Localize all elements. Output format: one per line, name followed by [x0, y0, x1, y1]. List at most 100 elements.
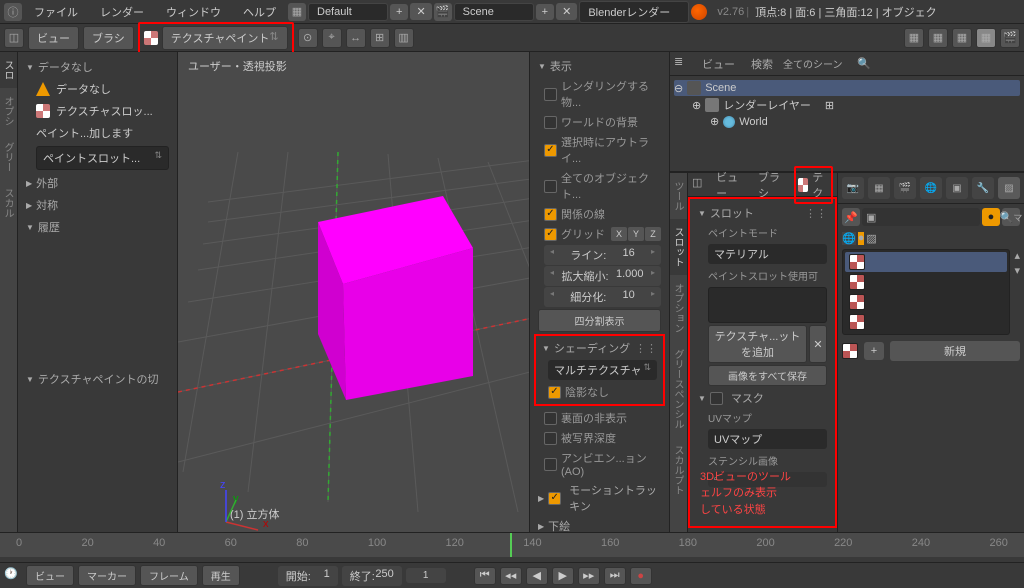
remove-texture-button[interactable]: ✕: [809, 325, 827, 363]
ptab-sculpt[interactable]: スカルプト: [670, 437, 687, 503]
texture-add-button[interactable]: +: [864, 342, 884, 360]
editor-icon[interactable]: ◫: [692, 176, 706, 194]
rel-lines-check[interactable]: 関係の線: [534, 204, 665, 224]
tl-frame[interactable]: フレーム: [140, 565, 198, 586]
scene-remove[interactable]: ✕: [556, 3, 577, 20]
slot-header[interactable]: スロット⋮⋮: [694, 203, 831, 223]
shading-btn[interactable]: 🎬: [1000, 28, 1020, 48]
tex-move-up[interactable]: ▴: [1014, 249, 1020, 262]
grid-y[interactable]: Y: [628, 227, 644, 241]
layout-add[interactable]: +: [390, 4, 408, 20]
brush-tex-btn[interactable]: ▨: [866, 232, 876, 245]
start-frame-field[interactable]: 開始:1: [278, 566, 338, 586]
backface-check[interactable]: 裏面の非表示: [534, 408, 665, 428]
next-keyframe-button[interactable]: ▸▸: [578, 567, 600, 585]
display-header[interactable]: 表示: [534, 56, 665, 76]
shading-header[interactable]: シェーディング⋮⋮: [538, 338, 661, 358]
tab-sculpt[interactable]: スカル: [0, 180, 17, 226]
toolbar-icon-4[interactable]: ⊞: [370, 28, 390, 48]
dof-check[interactable]: 被写界深度: [534, 428, 665, 448]
record-button[interactable]: ●: [630, 567, 652, 585]
texture-slot-2[interactable]: [845, 292, 1007, 312]
mask-header[interactable]: マスク: [694, 388, 831, 408]
proptab-texture[interactable]: ▨: [998, 177, 1020, 199]
add-texture-button[interactable]: テクスチャ...ットを追加: [708, 325, 807, 363]
toolbar-icon-1[interactable]: ⊙: [298, 28, 318, 48]
texture-slot-3[interactable]: [845, 312, 1007, 332]
shadeless-check[interactable]: 陰影なし: [538, 382, 661, 402]
renderlayer-settings-icon[interactable]: ⊞: [825, 99, 834, 112]
uvmap-dropdown[interactable]: UVマップ: [708, 429, 827, 449]
menu-window[interactable]: ウィンドウ: [156, 0, 231, 24]
scene-selector[interactable]: Scene: [454, 3, 534, 21]
outliner-world-row[interactable]: ⊕World: [674, 114, 1020, 129]
texture-context-icon[interactable]: ●: [982, 208, 1000, 226]
texture-slot-1[interactable]: [845, 272, 1007, 292]
proptab-render[interactable]: 📷: [842, 177, 864, 199]
texpaint-switch-header[interactable]: テクスチャペイントの切: [22, 368, 173, 390]
ao-check[interactable]: アンビエン...ョン(AO): [534, 448, 665, 480]
outliner-search-menu[interactable]: 検索: [745, 54, 779, 74]
grid-z[interactable]: Z: [645, 227, 661, 241]
pin-icon[interactable]: 📌: [842, 208, 860, 226]
toolbar-icon-5[interactable]: ▥: [394, 28, 414, 48]
subdiv-field[interactable]: 細分化:10: [544, 287, 661, 307]
ptab-tools[interactable]: ツール: [670, 173, 687, 219]
material-dropdown[interactable]: マテリアル: [708, 244, 827, 264]
motion-header[interactable]: モーショントラッキン: [534, 480, 665, 516]
view-menu[interactable]: ビュー: [28, 26, 79, 50]
proptab-layers[interactable]: ▦: [868, 177, 890, 199]
menu-file[interactable]: ファイル: [24, 0, 88, 24]
tab-slot[interactable]: スロ: [0, 52, 17, 88]
menu-help[interactable]: ヘルプ: [233, 0, 286, 24]
play-reverse-button[interactable]: ◀: [526, 567, 548, 585]
search-field[interactable]: 🔍 マ: [1002, 208, 1020, 226]
world-bg-check[interactable]: ワールドの背景: [534, 112, 665, 132]
texture-slot-0[interactable]: [845, 252, 1007, 272]
prev-keyframe-button[interactable]: ◂◂: [500, 567, 522, 585]
layer-btn-3[interactable]: ▦: [952, 28, 972, 48]
tex-move-down[interactable]: ▾: [1014, 264, 1020, 277]
timeline-editor-icon[interactable]: 🕐: [4, 567, 22, 585]
ptab-options[interactable]: オプション: [670, 275, 687, 341]
mode-selector[interactable]: テクスチャペイント ⇅: [162, 26, 288, 50]
proptab-object[interactable]: ▣: [946, 177, 968, 199]
mat-tex-btn[interactable]: ●: [858, 232, 865, 245]
editor-type-icon[interactable]: ◫: [4, 28, 24, 48]
scene-icon[interactable]: 🎬: [434, 3, 452, 21]
layer-btn-2[interactable]: ▦: [928, 28, 948, 48]
render-engine-selector[interactable]: Blenderレンダー: [579, 1, 689, 23]
toolbar-icon-3[interactable]: ↔: [346, 28, 366, 48]
outliner-renderlayers-row[interactable]: ⊕レンダーレイヤー⊞: [674, 96, 1020, 114]
grid-x[interactable]: X: [611, 227, 627, 241]
timeline[interactable]: 02040 6080100 120140160 180200220 240260: [0, 532, 1024, 562]
slot-list-box[interactable]: [708, 287, 827, 323]
render-only-check[interactable]: レンダリングする物...: [534, 76, 665, 112]
layout-icon[interactable]: ▦: [288, 3, 306, 21]
grid-check[interactable]: グリッドXYZ: [534, 224, 665, 244]
save-all-button[interactable]: 画像をすべて保存: [708, 365, 827, 386]
underpaint-header[interactable]: 下絵: [534, 516, 665, 532]
end-frame-field[interactable]: 終了:250: [342, 566, 402, 586]
jump-end-button[interactable]: ⏭: [604, 567, 626, 585]
multitexture-dropdown[interactable]: マルチテクスチャ: [548, 360, 657, 380]
info-editor-icon[interactable]: ⓘ: [4, 3, 22, 21]
all-obj-check[interactable]: 全てのオブジェクト...: [534, 168, 665, 204]
layout-selector[interactable]: Default: [308, 3, 388, 21]
external-header[interactable]: 外部: [22, 172, 173, 194]
proptab-world[interactable]: 🌐: [920, 177, 942, 199]
paint-slot-dropdown[interactable]: ペイントスロット...: [36, 146, 169, 170]
lines-field[interactable]: ライン:16: [544, 245, 661, 265]
proptab-scene[interactable]: 🎬: [894, 177, 916, 199]
tl-play[interactable]: 再生: [202, 565, 240, 586]
scene-add[interactable]: +: [536, 4, 554, 20]
jump-start-button[interactable]: ⏮: [474, 567, 496, 585]
quad-view-button[interactable]: 四分割表示: [538, 309, 661, 332]
symmetry-header[interactable]: 対称: [22, 194, 173, 216]
ps-tex-label[interactable]: テク: [812, 169, 829, 201]
brush-menu[interactable]: ブラシ: [83, 26, 134, 50]
current-frame-field[interactable]: 1: [406, 568, 446, 583]
layer-btn-4[interactable]: ▦: [976, 28, 996, 48]
texture-slot-list[interactable]: [842, 249, 1010, 335]
tl-marker[interactable]: マーカー: [78, 565, 136, 586]
